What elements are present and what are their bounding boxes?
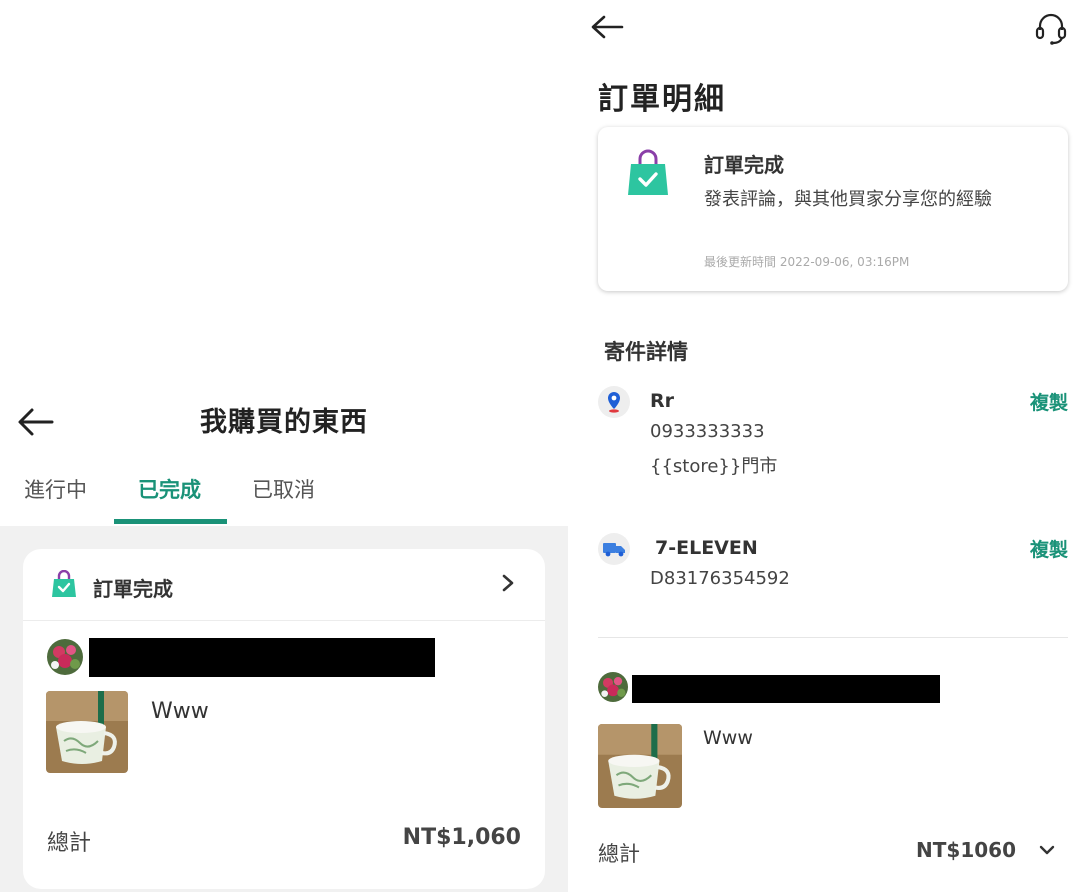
chevron-down-icon[interactable]	[1038, 842, 1056, 858]
order-status-row[interactable]: 訂單完成	[23, 549, 545, 621]
review-prompt[interactable]: 發表評論，與其他買家分享您的經驗	[704, 187, 1004, 213]
my-purchases-screen: 我購買的東西 進行中 已完成 已取消 訂單完成 Www 總計 NT$1,060	[0, 0, 568, 892]
total-label: 總計	[47, 831, 92, 856]
shipping-section-title: 寄件詳情	[604, 340, 688, 364]
recipient-store: {{store}}門市	[650, 456, 778, 477]
product-image[interactable]	[46, 691, 128, 773]
product-image[interactable]	[598, 724, 682, 808]
shopping-bag-icon	[52, 570, 76, 597]
copy-recipient-button[interactable]: 複製	[1030, 388, 1068, 415]
seller-avatar	[47, 639, 83, 675]
last-updated: 最後更新時間 2022-09-06, 03:16PM	[704, 255, 910, 269]
tracking-number: D83176354592	[650, 568, 790, 589]
product-name: Www	[151, 699, 209, 724]
location-icon-badge	[598, 386, 630, 418]
chevron-right-icon	[502, 574, 514, 592]
tab-in-progress[interactable]: 進行中	[24, 474, 87, 504]
truck-icon-badge	[598, 533, 630, 565]
back-arrow-icon	[591, 15, 624, 39]
back-button[interactable]	[590, 12, 626, 42]
copy-tracking-button[interactable]: 複製	[1030, 535, 1068, 562]
product-name: Www	[703, 727, 753, 749]
truck-icon	[603, 543, 625, 557]
total-label: 總計	[598, 842, 640, 866]
order-tabs: 進行中 已完成 已取消	[0, 462, 568, 526]
page-title: 訂單明細	[598, 82, 726, 117]
redacted-seller-name	[632, 675, 940, 703]
shopping-bag-icon	[628, 149, 668, 195]
location-pin-icon	[608, 392, 620, 413]
recipient-phone: 0933333333	[650, 421, 765, 442]
active-tab-indicator	[114, 519, 227, 524]
seller-avatar	[598, 672, 628, 702]
tab-completed[interactable]: 已完成	[138, 474, 201, 504]
redacted-seller-name	[89, 638, 435, 677]
blank-area	[0, 0, 568, 380]
carrier-name: 7-ELEVEN	[655, 537, 758, 559]
section-divider	[598, 637, 1068, 638]
customer-support-button[interactable]	[1034, 10, 1068, 46]
recipient-name: Rr	[650, 390, 675, 412]
order-status-label: 訂單完成	[93, 577, 173, 601]
page-title: 我購買的東西	[200, 407, 368, 438]
order-status-card: 訂單完成 發表評論，與其他買家分享您的經驗 最後更新時間 2022-09-06,…	[598, 127, 1068, 291]
tab-cancelled[interactable]: 已取消	[252, 474, 315, 504]
total-value: NT$1060	[916, 838, 1016, 862]
total-value: NT$1,060	[402, 825, 521, 850]
headset-icon	[1035, 13, 1067, 45]
status-title: 訂單完成	[704, 153, 784, 177]
order-card[interactable]: 訂單完成 Www 總計 NT$1,060	[23, 549, 545, 889]
order-detail-screen: 訂單明細 訂單完成 發表評論，與其他買家分享您的經驗 最後更新時間 2022-0…	[568, 0, 1074, 892]
